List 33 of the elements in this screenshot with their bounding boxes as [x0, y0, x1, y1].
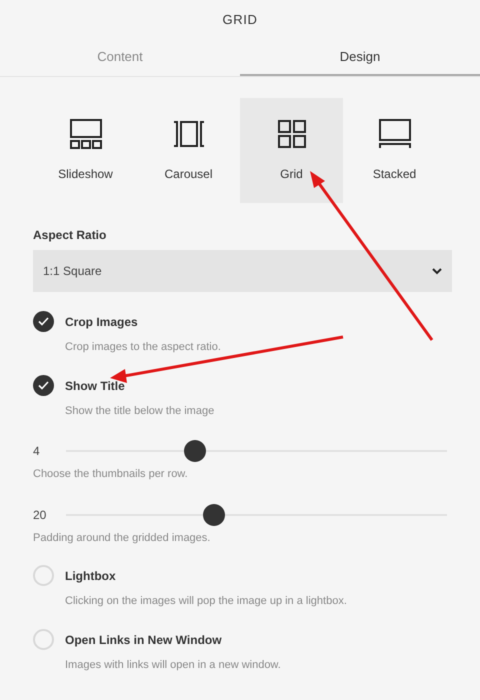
layout-option[interactable]: Carousel — [137, 98, 240, 203]
chevron-down-icon — [432, 268, 442, 274]
option-description: Clicking on the images will pop the image up in a lightbox. — [65, 594, 347, 609]
slider-value: 4 — [33, 443, 41, 460]
option-label: Crop Images — [65, 314, 139, 331]
carousel-icon — [172, 120, 204, 146]
slider-description: Choose the thumbnails per row. — [33, 467, 189, 482]
option-label: Lightbox — [65, 568, 117, 585]
option-label: Show Title — [65, 378, 126, 394]
option-label: Open Links in New Window — [65, 632, 223, 648]
slider-value: 20 — [33, 506, 48, 524]
field-label: Aspect Ratio — [33, 227, 108, 244]
slider-thumb[interactable] — [203, 504, 226, 526]
tab[interactable]: Design — [240, 40, 480, 76]
slider-thumb[interactable] — [184, 440, 206, 462]
panel-title: GRID — [222, 11, 258, 30]
unchecked-checkbox[interactable] — [33, 565, 54, 586]
check-icon — [38, 317, 49, 326]
option-description: Show the title below the image — [65, 404, 214, 418]
slideshow-icon — [70, 118, 102, 148]
layout-option[interactable]: Stacked — [343, 98, 446, 203]
layout-option[interactable]: Slideshow — [34, 98, 137, 203]
check-icon — [38, 380, 49, 390]
checked-checkbox[interactable] — [33, 311, 54, 332]
option-description: Crop images to the aspect ratio. — [65, 340, 221, 355]
unchecked-checkbox[interactable] — [33, 628, 54, 650]
stacked-icon — [378, 118, 410, 148]
slider-description: Padding around the gridded images. — [33, 530, 212, 546]
grid-icon — [278, 120, 306, 148]
aspect-ratio-select[interactable]: 1:1 Square — [33, 250, 452, 292]
option-description: Images with links will open in a new window. — [65, 658, 281, 672]
checked-checkbox[interactable] — [33, 374, 54, 396]
layout-option[interactable]: Grid — [240, 98, 343, 203]
